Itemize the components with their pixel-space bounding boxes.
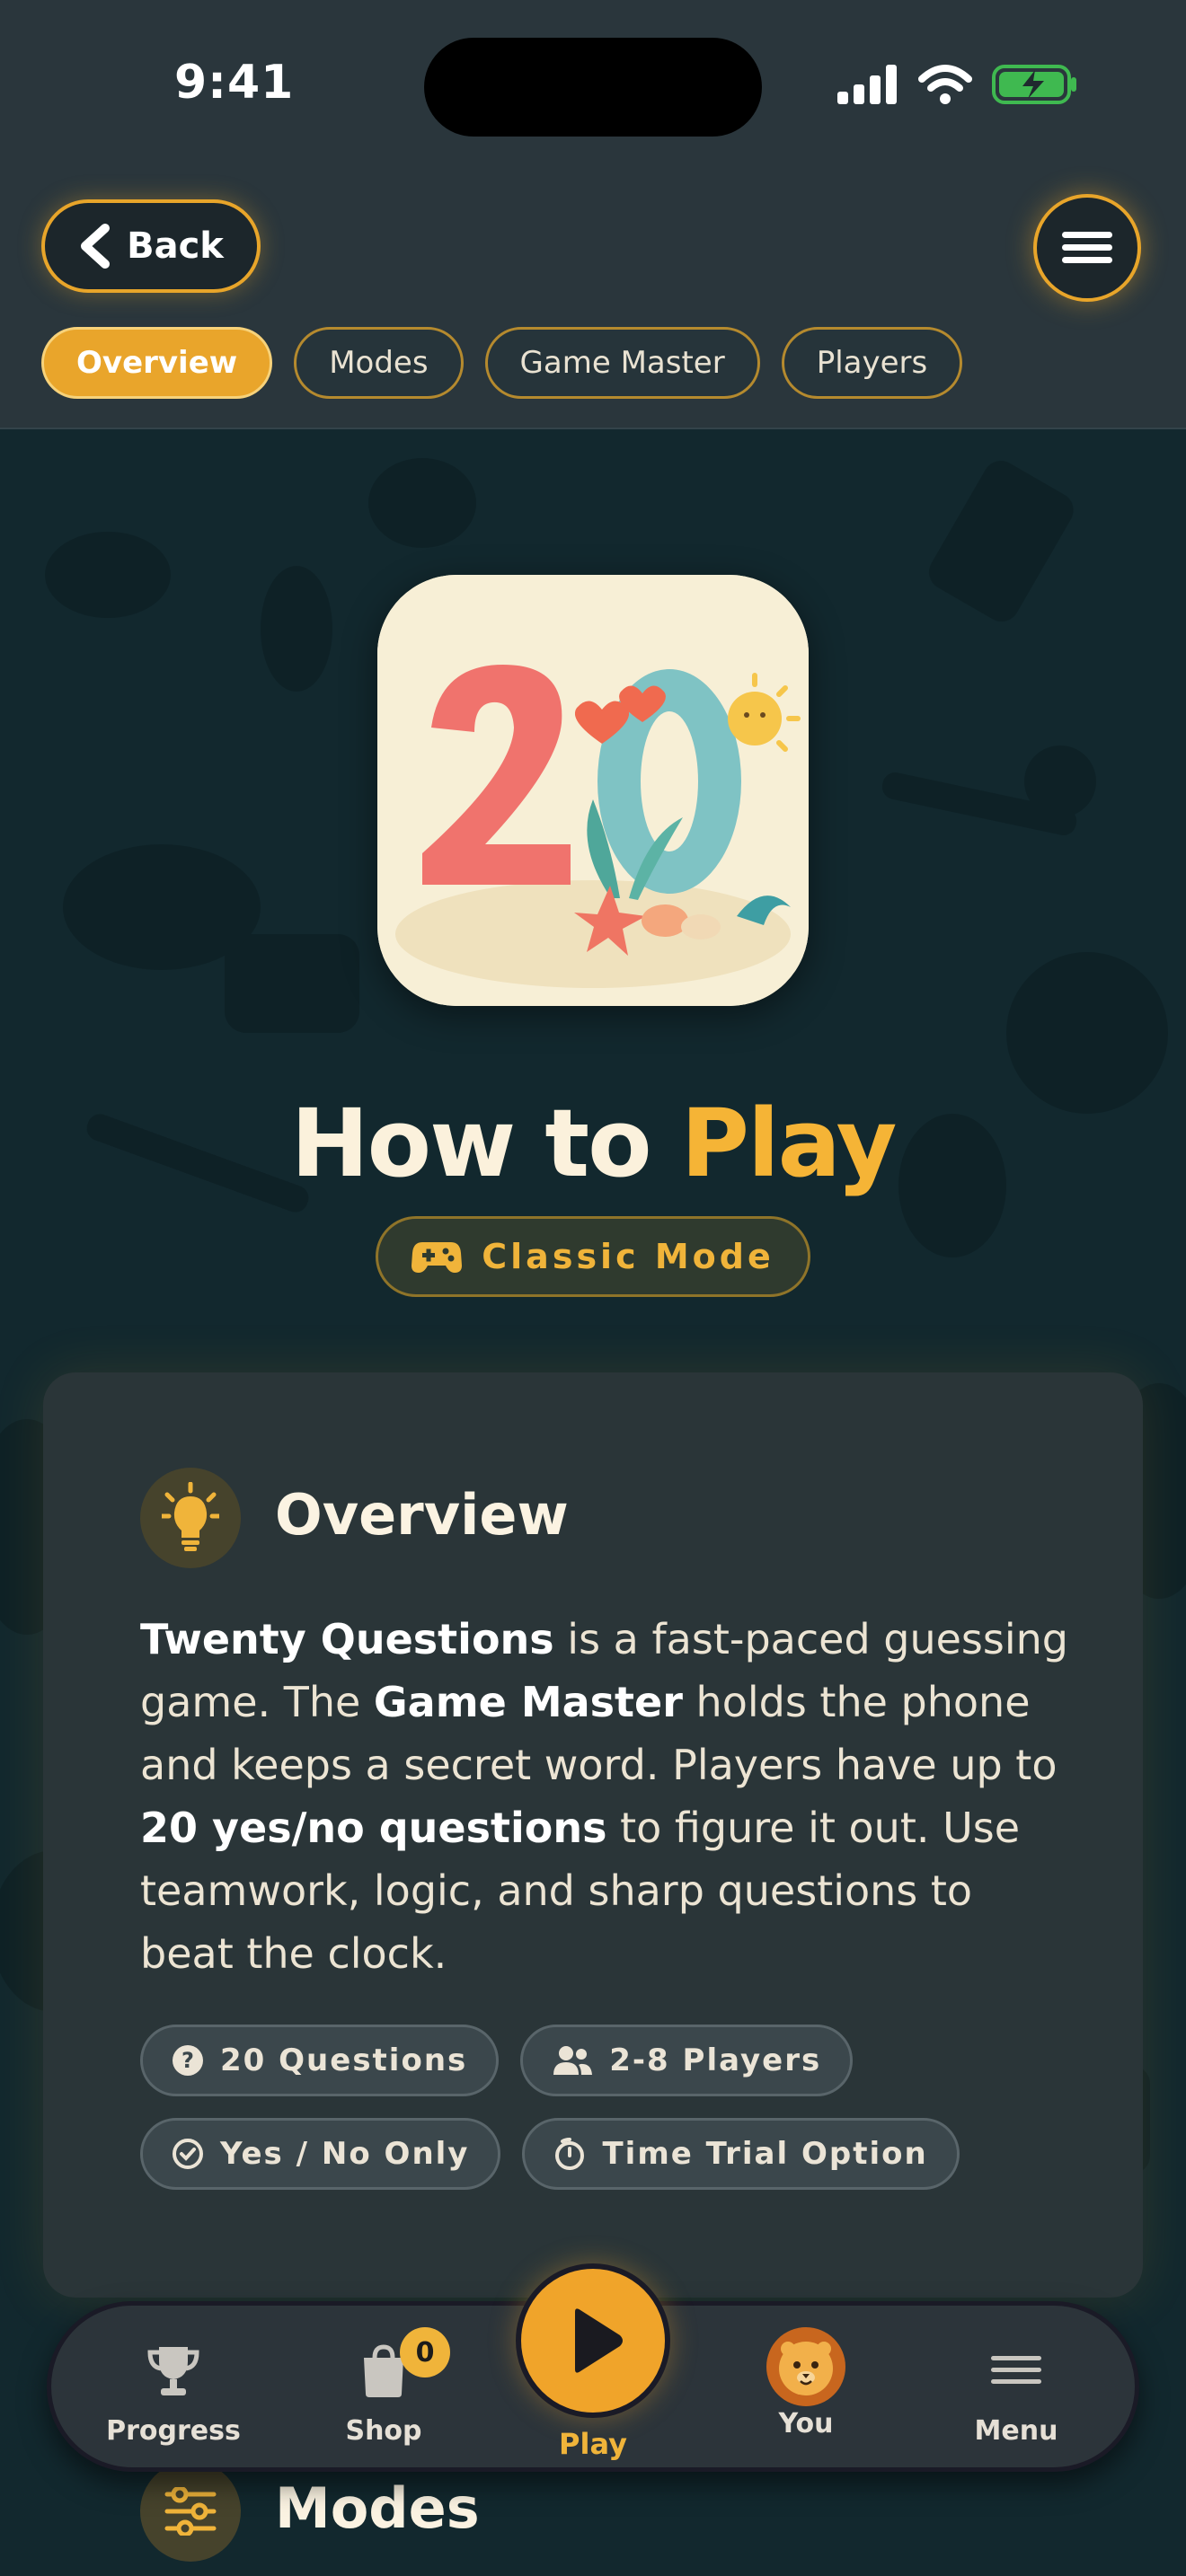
- tab-modes[interactable]: Modes: [294, 327, 464, 399]
- play-label: Play: [559, 2427, 627, 2461]
- lightbulb-icon: [162, 1482, 219, 1551]
- sliders-icon: [164, 2487, 217, 2536]
- status-time: 9:41: [174, 56, 295, 110]
- chip-label: 2-8 Players: [609, 2042, 822, 2078]
- lion-avatar-icon: [766, 2327, 845, 2406]
- question-circle-icon: ?: [173, 2045, 203, 2076]
- overview-text-bold-2: Game Master: [373, 1678, 683, 1726]
- nav-label: Menu: [974, 2415, 1058, 2447]
- twenty-beach-illustration: [377, 575, 809, 1006]
- chip-players: 2-8 Players: [520, 2025, 854, 2096]
- tab-overview[interactable]: Overview: [41, 327, 273, 399]
- overview-heading: Overview: [275, 1482, 569, 1548]
- nav-you[interactable]: You: [716, 2327, 896, 2439]
- tab-players[interactable]: Players: [781, 327, 963, 399]
- tab-game-master[interactable]: Game Master: [484, 327, 760, 399]
- cellular-signal-icon: [837, 65, 897, 104]
- chip-label: Yes / No Only: [220, 2136, 470, 2172]
- page-title: How to Play: [0, 1089, 1186, 1198]
- mode-label: Classic Mode: [482, 1237, 774, 1276]
- menu-icon: [991, 2356, 1041, 2384]
- dynamic-island: [424, 38, 762, 137]
- title-part-2: Play: [680, 1089, 898, 1198]
- chip-label: 20 Questions: [220, 2042, 468, 2078]
- modes-icon-badge: [140, 2461, 241, 2562]
- top-header: 9:41 Back Overview Modes Game Master Pla…: [0, 0, 1186, 429]
- gamepad-icon: [412, 1242, 463, 1273]
- nav-shop[interactable]: 0 Shop: [294, 2327, 474, 2447]
- nav-label: Progress: [106, 2415, 241, 2447]
- section-tabs: Overview Modes Game Master Players: [41, 327, 963, 399]
- overview-text-bold-3: 20 yes/no questions: [140, 1804, 607, 1852]
- chip-label: Time Trial Option: [602, 2136, 928, 2172]
- hamburger-icon: [1062, 232, 1112, 263]
- hamburger-menu-button[interactable]: [1033, 194, 1141, 302]
- mode-badge: Classic Mode: [376, 1216, 810, 1297]
- battery-charging-icon: [992, 65, 1076, 104]
- status-icons: [837, 59, 1078, 110]
- trophy-icon: [147, 2347, 199, 2395]
- chip-yes-no: Yes / No Only: [140, 2118, 501, 2190]
- people-icon: [553, 2046, 593, 2075]
- nav-label: Shop: [345, 2415, 422, 2447]
- timer-icon: [555, 2138, 585, 2170]
- chevron-left-icon: [81, 224, 111, 269]
- play-button[interactable]: [516, 2263, 670, 2418]
- overview-icon-badge: [140, 1468, 241, 1568]
- back-label: Back: [127, 225, 224, 267]
- modes-heading: Modes: [275, 2475, 480, 2541]
- chip-20-questions: ? 20 Questions: [140, 2025, 500, 2096]
- feature-chips: ? 20 Questions 2-8 Players Yes / No Only…: [140, 2025, 1075, 2190]
- play-icon: [575, 2308, 623, 2373]
- overview-paragraph: Twenty Questions is a fast-paced guessin…: [140, 1608, 1075, 1985]
- game-app-icon: [377, 575, 809, 1006]
- svg-text:?: ?: [181, 2048, 194, 2073]
- nav-progress[interactable]: Progress: [84, 2342, 263, 2447]
- title-part-1: How to: [290, 1089, 652, 1198]
- check-circle-icon: [173, 2139, 203, 2169]
- wifi-icon: [918, 65, 972, 104]
- back-button[interactable]: Back: [41, 199, 261, 293]
- overview-text-bold-1: Twenty Questions: [140, 1615, 554, 1663]
- nav-menu[interactable]: Menu: [926, 2342, 1106, 2447]
- shop-count-badge: 0: [400, 2327, 450, 2378]
- nav-label: You: [778, 2408, 834, 2439]
- chip-time-trial: Time Trial Option: [522, 2118, 960, 2190]
